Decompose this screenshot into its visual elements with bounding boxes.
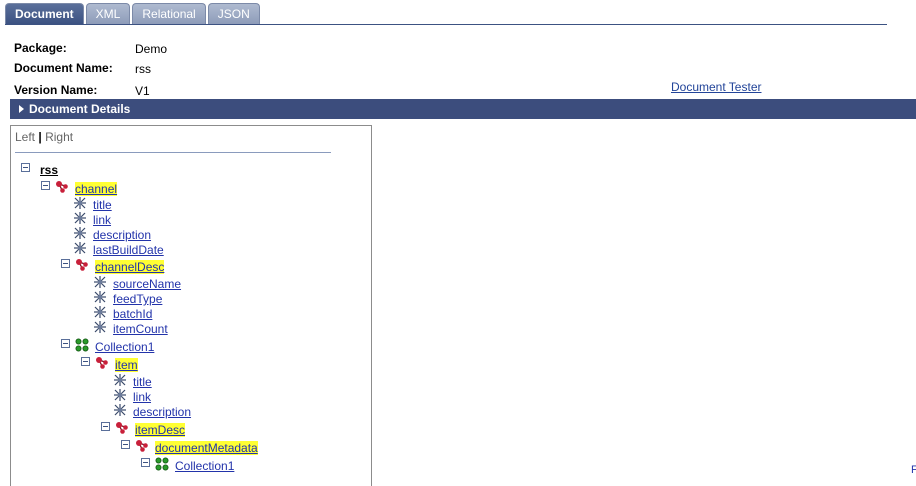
version-name-label: Version Name: — [14, 83, 98, 97]
tree-node-link[interactable]: title — [133, 375, 152, 389]
document-name-label: Document Name: — [14, 61, 113, 75]
collapse-toggle-icon[interactable] — [121, 440, 130, 449]
tree-node-link[interactable]: title — [93, 198, 112, 212]
tree-node-link[interactable]: channel — [75, 182, 118, 196]
collapse-toggle-icon[interactable] — [61, 339, 70, 348]
tree-node-link[interactable]: link — [93, 213, 111, 227]
tab-bar: Document XML Relational JSON — [5, 3, 262, 25]
tab-document[interactable]: Document — [5, 3, 84, 24]
tab-underline — [5, 24, 887, 25]
expand-triangle-icon — [19, 105, 24, 113]
package-label: Package: — [14, 41, 67, 55]
package-value: Demo — [135, 42, 168, 56]
tree-node-link[interactable]: sourceName — [113, 277, 181, 291]
tree-node-link[interactable]: Collection1 — [175, 459, 234, 473]
element-field-icon — [93, 305, 107, 319]
panel-header: Left | Right — [15, 130, 73, 144]
panel-divider — [15, 152, 331, 153]
tree-node-link[interactable]: item — [115, 358, 138, 372]
left-label[interactable]: Left — [15, 130, 35, 144]
tab-json[interactable]: JSON — [207, 3, 260, 24]
element-field-icon — [73, 226, 87, 240]
tree-node-label: rss — [40, 163, 59, 177]
collection-icon — [75, 338, 89, 352]
document-name-value: rss — [135, 62, 151, 76]
tree-node-link[interactable]: feedType — [113, 292, 162, 306]
tree-panel: Left | Right rss channel title link descript… — [10, 125, 372, 486]
element-field-icon — [93, 290, 107, 304]
tree-node-link[interactable]: itemCount — [113, 322, 168, 336]
element-field-icon — [113, 388, 127, 402]
document-tester-link[interactable]: Document Tester — [671, 80, 762, 94]
tree-node-link[interactable]: link — [133, 390, 151, 404]
compound-node-icon — [55, 180, 69, 194]
collapse-toggle-icon[interactable] — [21, 163, 30, 172]
right-label[interactable]: Right — [45, 130, 73, 144]
collapse-toggle-icon[interactable] — [41, 181, 50, 190]
version-name-value: V1 — [135, 84, 150, 98]
tab-relational[interactable]: Relational — [132, 3, 206, 24]
compound-node-icon — [135, 439, 149, 453]
left-right-separator: | — [38, 130, 42, 144]
compound-node-icon — [75, 258, 89, 272]
element-field-icon — [93, 275, 107, 289]
document-details-section[interactable]: Document Details — [10, 99, 916, 119]
compound-node-icon — [95, 356, 109, 370]
collapse-toggle-icon[interactable] — [101, 422, 110, 431]
tree-node-link[interactable]: Collection1 — [95, 340, 154, 354]
tree-node-link[interactable]: description — [93, 228, 151, 242]
section-title: Document Details — [29, 102, 131, 116]
tree-node-link[interactable]: channelDesc — [95, 260, 165, 274]
element-field-icon — [73, 211, 87, 225]
element-field-icon — [113, 403, 127, 417]
element-field-icon — [73, 196, 87, 210]
tree-node-link[interactable]: batchId — [113, 307, 152, 321]
collection-icon — [155, 457, 169, 471]
collapse-toggle-icon[interactable] — [141, 458, 150, 467]
tree-node-link[interactable]: lastBuildDate — [93, 243, 164, 257]
edge-text: F — [911, 464, 916, 476]
compound-node-icon — [115, 421, 129, 435]
tree-node-link[interactable]: description — [133, 405, 191, 419]
element-field-icon — [113, 373, 127, 387]
element-field-icon — [73, 241, 87, 255]
tab-xml[interactable]: XML — [85, 3, 131, 24]
tree-node-link[interactable]: itemDesc — [135, 423, 186, 437]
collapse-toggle-icon[interactable] — [81, 357, 90, 366]
element-field-icon — [93, 320, 107, 334]
tree-node-link[interactable]: documentMetadata — [155, 441, 258, 455]
collapse-toggle-icon[interactable] — [61, 259, 70, 268]
